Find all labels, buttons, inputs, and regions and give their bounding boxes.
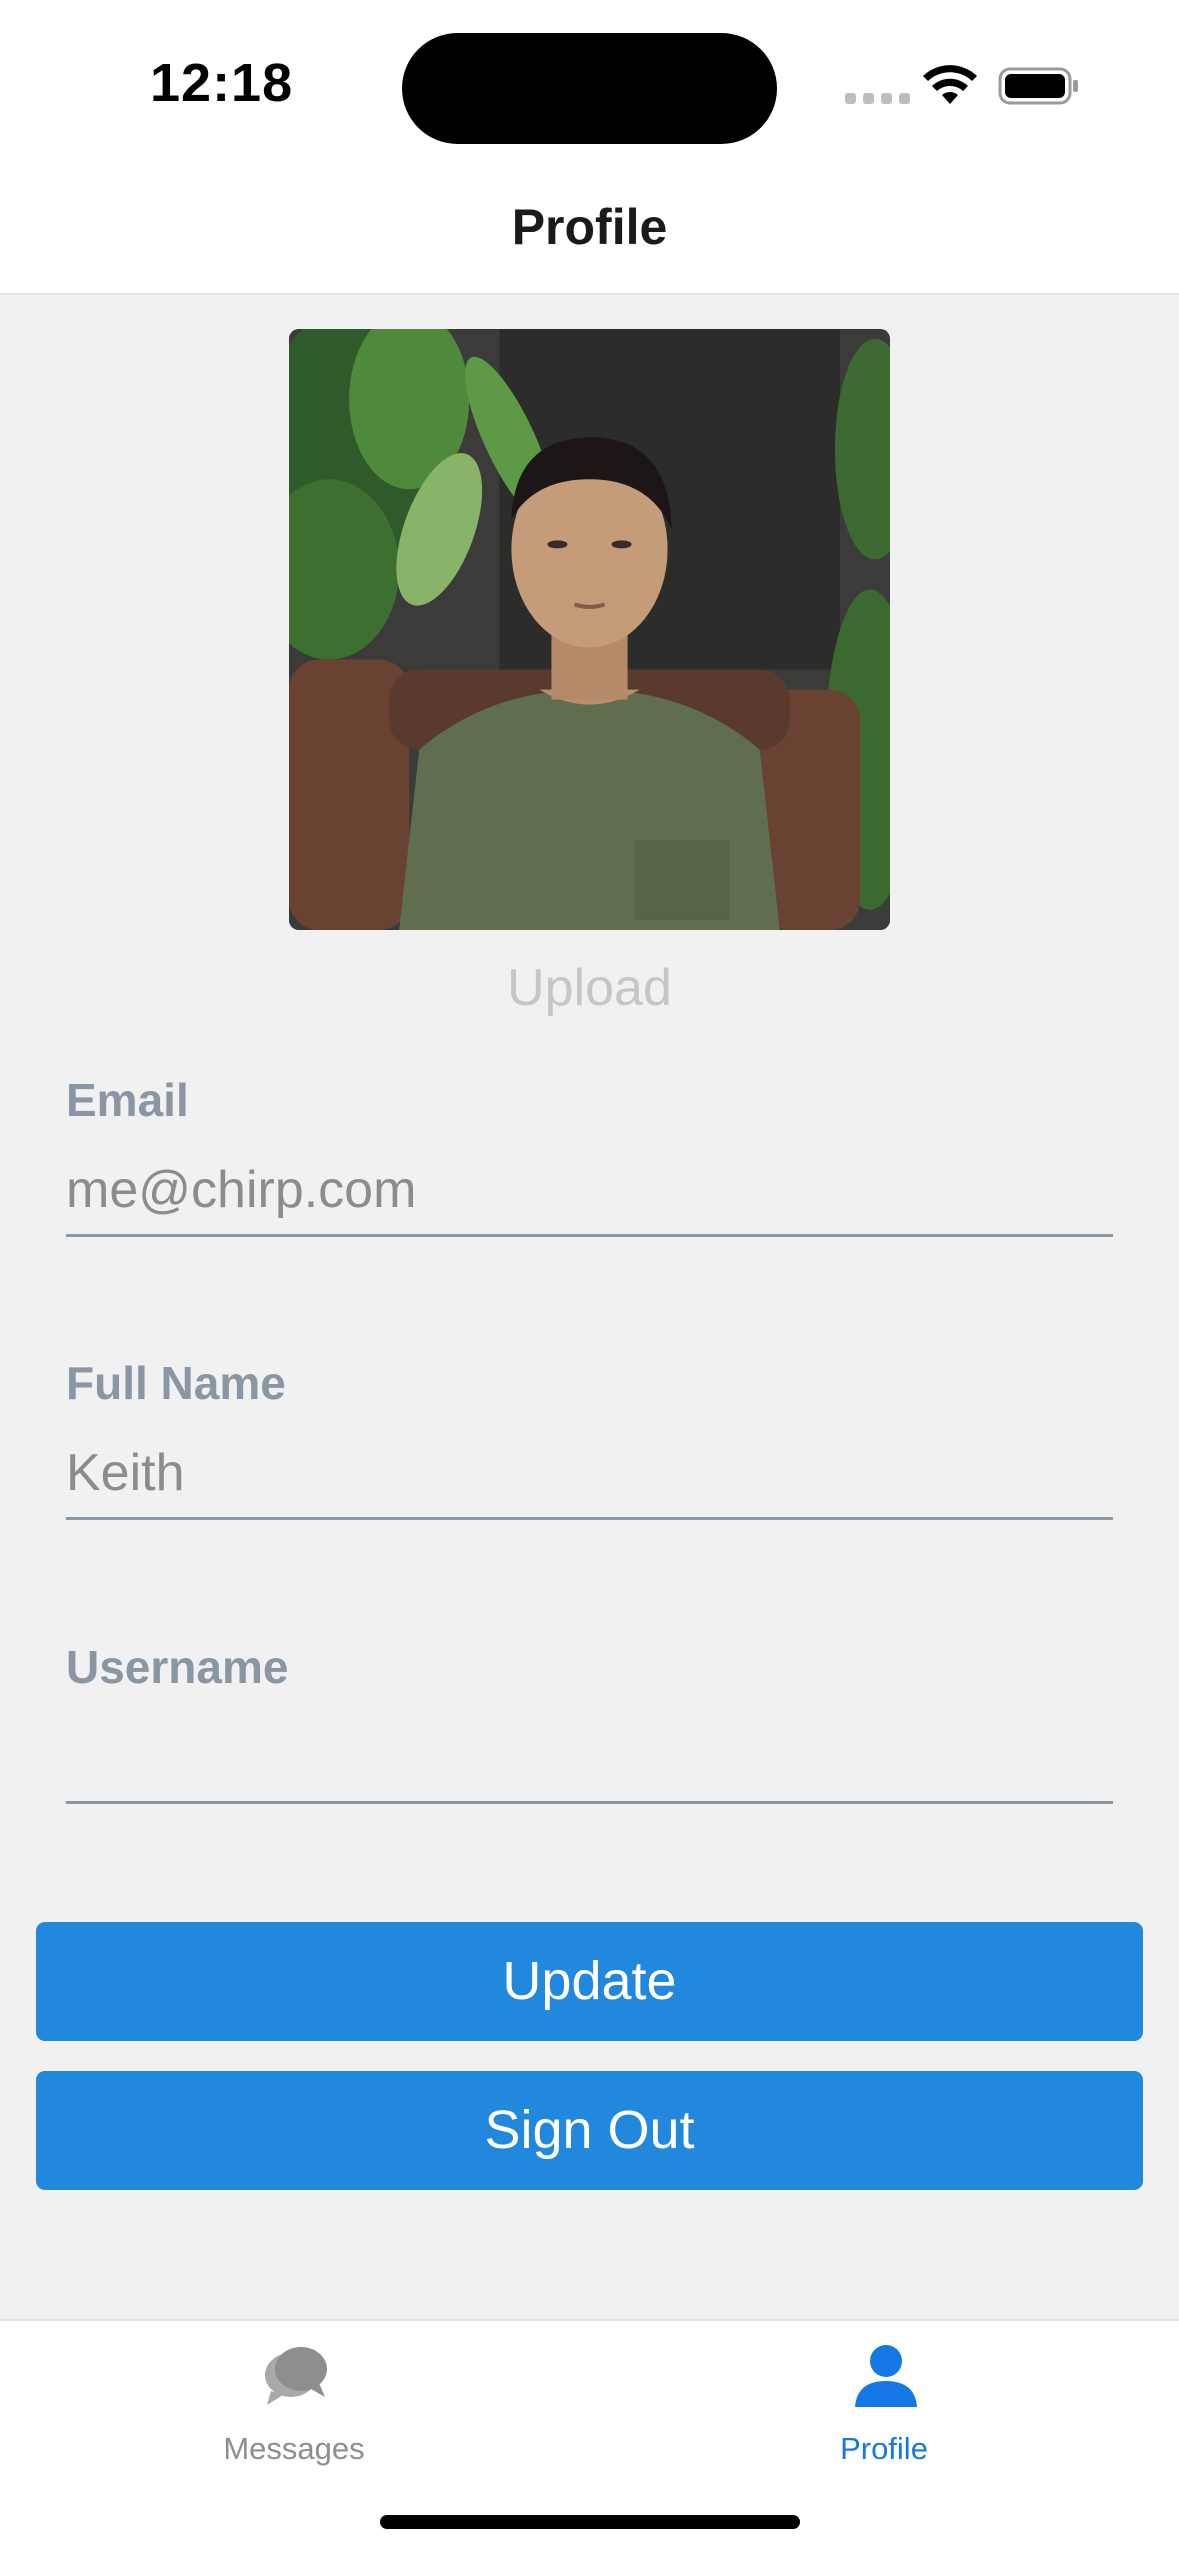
profile-photo[interactable] (289, 329, 890, 930)
username-field[interactable] (66, 1694, 1113, 1804)
wifi-icon (923, 65, 977, 104)
full-name-label: Full Name (66, 1357, 286, 1409)
sign-out-button[interactable]: Sign Out (36, 2071, 1143, 2190)
nav-header: Profile (0, 170, 1179, 295)
home-indicator (380, 2515, 800, 2529)
person-icon (855, 2345, 917, 2407)
email-field-group: Email (66, 1073, 1113, 1237)
chat-bubbles-icon (265, 2347, 327, 2405)
page-title: Profile (511, 199, 668, 255)
cellular-signal-icon (845, 93, 910, 104)
tab-messages-label: Messages (223, 2431, 365, 2466)
tab-messages[interactable]: Messages (94, 2321, 494, 2471)
tab-profile-label: Profile (840, 2431, 928, 2466)
profile-photo-image (289, 329, 890, 930)
battery-icon (998, 67, 1078, 105)
username-field-group: Username (66, 1640, 1113, 1804)
status-bar: 12:18 (0, 0, 1179, 170)
upload-photo-button[interactable]: Upload (0, 958, 1179, 1018)
username-label: Username (66, 1641, 289, 1693)
tab-profile[interactable]: Profile (684, 2321, 1084, 2471)
full-name-field-group: Full Name (66, 1356, 1113, 1520)
status-time: 12:18 (150, 53, 294, 113)
update-button[interactable]: Update (36, 1922, 1143, 2041)
email-field[interactable] (66, 1127, 1113, 1237)
full-name-field[interactable] (66, 1410, 1113, 1520)
email-label: Email (66, 1074, 189, 1126)
dynamic-island (402, 33, 777, 144)
